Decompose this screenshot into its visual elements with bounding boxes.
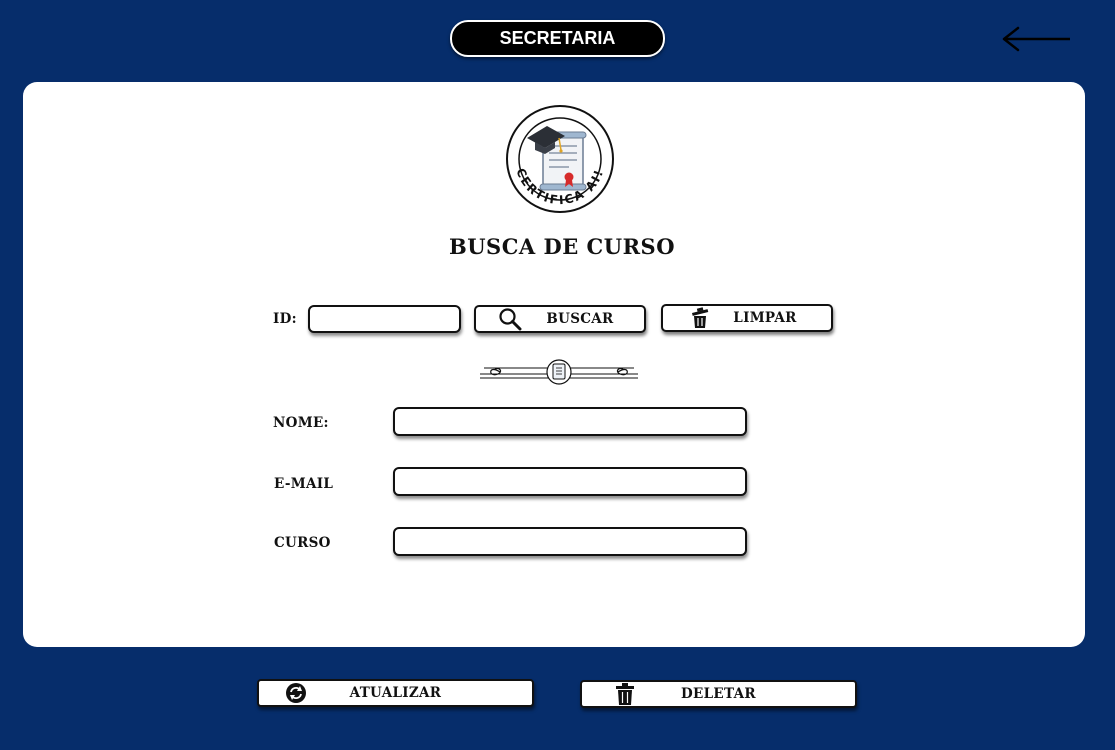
clear-button[interactable]: LIMPAR bbox=[661, 304, 833, 332]
email-field[interactable] bbox=[393, 467, 747, 496]
delete-button[interactable]: DELETAR bbox=[580, 680, 857, 708]
trash-icon bbox=[615, 683, 635, 705]
search-button[interactable]: BUSCAR bbox=[474, 305, 646, 333]
name-field[interactable] bbox=[393, 407, 747, 436]
header-title: SECRETARIA bbox=[499, 28, 616, 48]
update-button[interactable]: ATUALIZAR bbox=[257, 679, 534, 707]
name-label: NOME: bbox=[273, 415, 329, 431]
id-label: ID: bbox=[273, 311, 297, 327]
ornament-divider bbox=[480, 359, 638, 385]
certifica-ai-logo: CERTIFICA AI! bbox=[506, 105, 614, 213]
refresh-icon bbox=[285, 682, 307, 704]
clear-button-label: LIMPAR bbox=[733, 310, 797, 326]
course-field[interactable] bbox=[393, 527, 747, 556]
page-title: BUSCA DE CURSO bbox=[448, 234, 675, 259]
header-title-badge: SECRETARIA bbox=[450, 20, 665, 57]
main-card: CERTIFICA AI! BUSCA DE CURSO ID: BUSCAR … bbox=[23, 82, 1085, 647]
course-label: CURSO bbox=[274, 535, 331, 551]
search-icon bbox=[498, 307, 522, 331]
back-arrow-icon[interactable] bbox=[1000, 26, 1072, 52]
email-label: E-MAIL bbox=[274, 476, 334, 492]
trash-icon bbox=[691, 307, 709, 329]
id-input[interactable] bbox=[308, 305, 461, 333]
